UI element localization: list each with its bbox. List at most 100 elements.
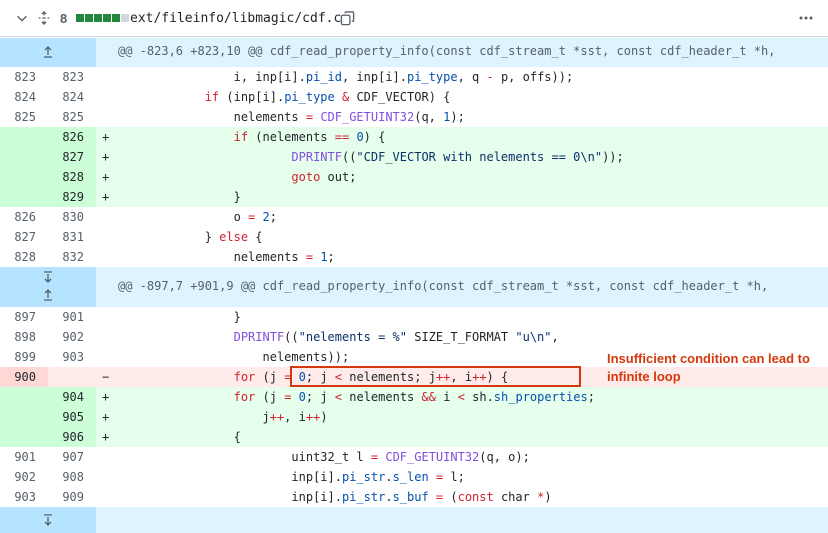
code-text: uint32_t l = CDF_GETUINT32(q, o); xyxy=(118,450,530,464)
code-text: { xyxy=(118,430,241,444)
new-line-number[interactable]: 825 xyxy=(48,107,96,127)
context-line: 827 831 } else { xyxy=(0,227,828,247)
new-line-number[interactable]: 909 xyxy=(48,487,96,507)
code-text: nelements = 1; xyxy=(118,250,335,264)
old-line-number[interactable] xyxy=(0,407,48,427)
added-line: 904 + for (j = 0; j < nelements && i < sh… xyxy=(0,387,828,407)
new-line-number[interactable]: 828 xyxy=(48,167,96,187)
diffstat-block xyxy=(121,14,129,22)
hunk-header: @@ -897,7 +901,9 @@ cdf_read_property_in… xyxy=(0,267,828,307)
old-line-number[interactable]: 827 xyxy=(0,227,48,247)
old-line-number[interactable]: 902 xyxy=(0,467,48,487)
new-line-number[interactable]: 904 xyxy=(48,387,96,407)
context-line: 898 902 DPRINTF(("nelements = %" SIZE_T_F… xyxy=(0,327,828,347)
copy-icon[interactable] xyxy=(338,0,356,36)
old-line-number[interactable]: 903 xyxy=(0,487,48,507)
file-header: 8 ext/fileinfo/libmagic/cdf.c xyxy=(0,0,828,37)
diffstat xyxy=(76,0,129,36)
added-line: 905 + j++, i++) xyxy=(0,407,828,427)
old-line-number[interactable]: 825 xyxy=(0,107,48,127)
new-line-number[interactable]: 908 xyxy=(48,467,96,487)
chevron-down-icon[interactable] xyxy=(12,0,32,36)
old-line-number[interactable] xyxy=(0,427,48,447)
new-line-number[interactable]: 829 xyxy=(48,187,96,207)
diffstat-block xyxy=(94,14,102,22)
new-line-number[interactable] xyxy=(48,367,96,387)
old-line-number[interactable]: 826 xyxy=(0,207,48,227)
code-text: i, inp[i].pi_id, inp[i].pi_type, q - p, … xyxy=(118,70,574,84)
expand-down-icon[interactable] xyxy=(0,512,96,528)
code-text: for (j = 0; j < nelements && i < sh.sh_p… xyxy=(233,390,595,404)
code-text: DPRINTF(("nelements = %" SIZE_T_FORMAT "… xyxy=(233,330,559,344)
code-text: goto out; xyxy=(291,170,357,184)
added-line: 827 + DPRINTF(("CDF_VECTOR with nelements… xyxy=(0,147,828,167)
old-line-number[interactable]: 898 xyxy=(0,327,48,347)
new-line-number[interactable]: 905 xyxy=(48,407,96,427)
diffstat-block xyxy=(112,14,120,22)
old-line-number[interactable] xyxy=(0,127,48,147)
new-line-number[interactable]: 823 xyxy=(48,67,96,87)
old-line-number[interactable] xyxy=(0,147,48,167)
context-line: 825 825 nelements = CDF_GETUINT32(q, 1); xyxy=(0,107,828,127)
code-text: inp[i].pi_str.s_buf = (const char *) xyxy=(118,490,552,504)
new-line-number[interactable]: 831 xyxy=(48,227,96,247)
old-line-number[interactable]: 823 xyxy=(0,67,48,87)
new-line-number[interactable]: 906 xyxy=(48,427,96,447)
added-line: 826 + if (nelements == 0) { xyxy=(0,127,828,147)
diffstat-block xyxy=(85,14,93,22)
added-line: 828 + goto out; xyxy=(0,167,828,187)
context-line: 824 824 if (inp[i].pi_type & CDF_VECTOR) … xyxy=(0,87,828,107)
unfold-icon[interactable] xyxy=(34,0,54,36)
new-line-number[interactable]: 832 xyxy=(48,247,96,267)
new-line-number[interactable]: 902 xyxy=(48,327,96,347)
hunk-footer xyxy=(0,507,828,533)
old-line-number[interactable] xyxy=(0,167,48,187)
new-line-number[interactable]: 826 xyxy=(48,127,96,147)
old-line-number[interactable] xyxy=(0,187,48,207)
new-line-number[interactable]: 903 xyxy=(48,347,96,367)
old-line-number[interactable]: 901 xyxy=(0,447,48,467)
old-line-number[interactable] xyxy=(0,387,48,407)
expand-up-icon[interactable] xyxy=(0,44,96,60)
added-line: 829 + } xyxy=(0,187,828,207)
context-line: 828 832 nelements = 1; xyxy=(0,247,828,267)
code-text: } else { xyxy=(118,230,263,244)
diff-marker: + xyxy=(102,150,110,164)
new-line-number[interactable]: 901 xyxy=(48,307,96,327)
added-line: 906 + { xyxy=(0,427,828,447)
new-line-number[interactable]: 824 xyxy=(48,87,96,107)
code-text: if (nelements == 0) { xyxy=(233,130,386,144)
annotation-text: Insufficient condition can lead to infin… xyxy=(607,351,810,384)
diffstat-block xyxy=(103,14,111,22)
changes-count: 8 xyxy=(60,10,68,26)
code-text: nelements = CDF_GETUINT32(q, 1); xyxy=(118,110,465,124)
new-line-number[interactable]: 830 xyxy=(48,207,96,227)
new-line-number[interactable]: 907 xyxy=(48,447,96,467)
kebab-horizontal-icon[interactable] xyxy=(796,0,816,36)
file-path[interactable]: ext/fileinfo/libmagic/cdf.c xyxy=(130,0,341,36)
expand-up-icon[interactable] xyxy=(0,287,96,303)
code-text: j++, i++) xyxy=(118,410,328,424)
code-text: } xyxy=(118,310,241,324)
diff-marker: + xyxy=(102,430,110,444)
diff-marker: + xyxy=(102,390,110,404)
code-text: DPRINTF(("CDF_VECTOR with nelements == 0… xyxy=(291,150,624,164)
new-line-number[interactable]: 827 xyxy=(48,147,96,167)
expand-down-icon[interactable] xyxy=(0,269,96,285)
hunk-header: @@ -823,6 +823,10 @@ cdf_read_property_i… xyxy=(0,38,828,67)
diff-marker: + xyxy=(102,170,110,184)
old-line-number[interactable]: 899 xyxy=(0,347,48,367)
annotation-highlight-box xyxy=(290,366,581,387)
code-text: inp[i].pi_str.s_len = l; xyxy=(118,470,465,484)
old-line-number[interactable]: 824 xyxy=(0,87,48,107)
code-text: if (inp[i].pi_type & CDF_VECTOR) { xyxy=(204,90,451,104)
diffstat-block xyxy=(76,14,84,22)
old-line-number[interactable]: 900 xyxy=(0,367,48,387)
diff-marker: + xyxy=(102,410,110,424)
diff-marker: + xyxy=(102,190,110,204)
context-line: 901 907 uint32_t l = CDF_GETUINT32(q, o); xyxy=(0,447,828,467)
old-line-number[interactable]: 828 xyxy=(0,247,48,267)
hunk-header-text: @@ -823,6 +823,10 @@ cdf_read_property_i… xyxy=(118,44,776,58)
diff-marker: + xyxy=(102,130,110,144)
old-line-number[interactable]: 897 xyxy=(0,307,48,327)
